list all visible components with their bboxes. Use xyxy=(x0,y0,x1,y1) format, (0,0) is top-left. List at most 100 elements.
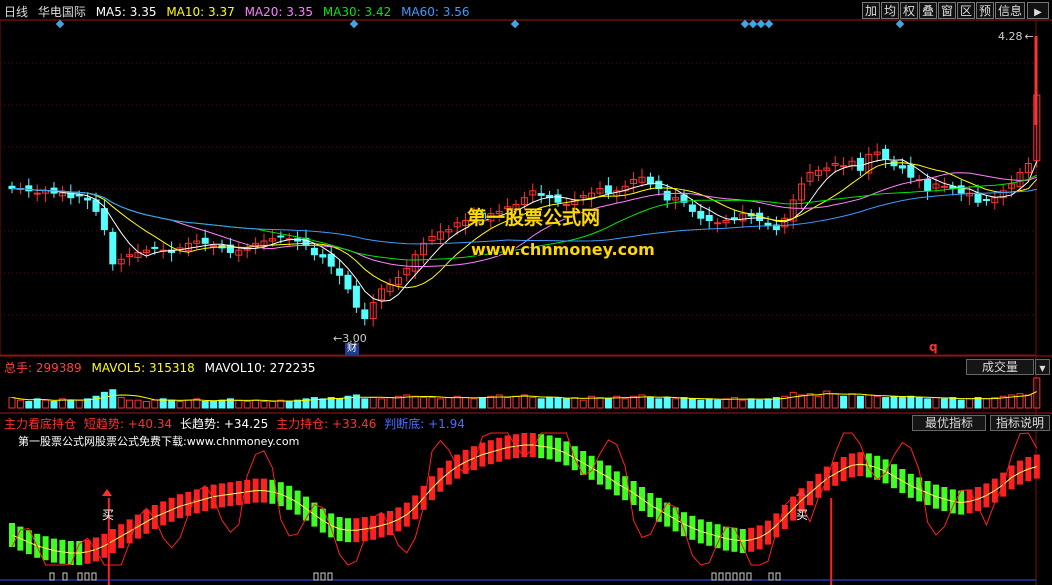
bottom-marker xyxy=(49,572,55,581)
volume-bar xyxy=(504,397,512,409)
financial-report-badge[interactable]: 财 xyxy=(345,343,359,355)
volume-indicator-button[interactable]: 成交量 xyxy=(966,359,1034,375)
range-button[interactable]: 区 xyxy=(957,2,975,19)
indicator-subtitle: 第一股票公式网股票公式免费下载:www.chnmoney.com xyxy=(18,435,300,448)
candle-body xyxy=(940,185,948,188)
candle-body xyxy=(982,199,990,202)
volume-menu-button[interactable]: ▼ xyxy=(1035,359,1050,375)
volume-bar xyxy=(747,398,755,409)
signal-diamond xyxy=(55,19,65,29)
candle-body xyxy=(604,185,612,194)
volume-bar xyxy=(411,395,419,409)
candle-body xyxy=(100,208,108,231)
volume-bar xyxy=(798,394,806,409)
candle-body xyxy=(75,194,83,197)
volume-bar xyxy=(932,397,940,409)
volume-bar xyxy=(184,399,192,409)
indicator-explain-button[interactable]: 指标说明 xyxy=(990,415,1050,431)
volume-bar xyxy=(882,397,890,409)
volume-bar xyxy=(487,395,495,409)
bottom-marker xyxy=(739,572,745,581)
volume-bar xyxy=(940,398,948,409)
candle-body xyxy=(856,157,864,171)
volume-bar xyxy=(243,400,251,409)
candle-body xyxy=(697,210,705,219)
bottom-marker xyxy=(320,572,326,581)
average-button[interactable]: 均 xyxy=(881,2,899,19)
bottom-marker xyxy=(313,572,319,581)
volume-bar xyxy=(92,395,100,409)
volume-bar xyxy=(756,399,764,409)
volume-bar xyxy=(764,398,772,409)
candle-body xyxy=(688,204,696,212)
indicator-header: 主力看底持仓 短趋势: +40.34 长趋势: +34.25 主力持仓: +33… xyxy=(4,415,469,432)
candle-body xyxy=(974,192,982,203)
volume-bar xyxy=(386,397,394,409)
add-button[interactable]: 加 xyxy=(862,2,880,19)
volume-bar xyxy=(596,397,604,409)
main-position-legend: 主力持仓: +33.46 xyxy=(276,417,377,431)
candle-body xyxy=(361,309,369,320)
stock-chart-canvas xyxy=(0,19,1052,585)
signal-diamond xyxy=(895,19,905,29)
candle-body xyxy=(840,165,848,168)
candle-body xyxy=(210,245,218,248)
volume-bar xyxy=(445,397,453,409)
candle-body xyxy=(714,222,722,225)
volume-bar xyxy=(285,400,293,409)
rights-button[interactable]: 权 xyxy=(900,2,918,19)
candle-body xyxy=(890,161,898,167)
volume-bar xyxy=(520,394,528,409)
candle-body xyxy=(898,165,906,169)
candle-body xyxy=(924,178,932,192)
buy-arrow-icon xyxy=(102,489,112,497)
volume-bar xyxy=(109,389,117,409)
volume-bar xyxy=(646,397,654,409)
volume-bar xyxy=(840,395,848,409)
forecast-button[interactable]: 预 xyxy=(976,2,994,19)
volume-bar xyxy=(949,397,957,409)
buy-label: 买 xyxy=(102,508,115,522)
buy-arrow-icon xyxy=(796,489,806,497)
volume-bar xyxy=(663,397,671,409)
bottom-marker xyxy=(77,572,83,581)
volume-bar xyxy=(554,397,562,409)
volume-bar xyxy=(856,395,864,409)
candle-body xyxy=(25,185,33,192)
volume-bar xyxy=(680,397,688,409)
collapse-right-button[interactable]: ▶ xyxy=(1027,2,1049,19)
mavol5-legend: MAVOL5: 315318 xyxy=(91,361,195,375)
volume-bar xyxy=(142,400,150,409)
arrow-left-icon: ← xyxy=(333,332,343,345)
candle-body xyxy=(730,217,738,220)
period-label[interactable]: 日线 xyxy=(4,5,28,19)
overlay-button[interactable]: 叠 xyxy=(919,2,937,19)
volume-bar xyxy=(151,399,159,409)
info-button[interactable]: 信息 xyxy=(995,2,1025,19)
volume-bar xyxy=(268,400,276,409)
volume-bar xyxy=(369,397,377,409)
candle-body xyxy=(201,237,209,244)
volume-bar xyxy=(865,394,873,409)
volume-bar xyxy=(512,395,520,409)
volume-bar xyxy=(739,399,747,409)
volume-bar xyxy=(42,399,50,409)
volume-bar xyxy=(117,397,125,409)
volume-bar xyxy=(974,397,982,409)
best-indicator-button[interactable]: 最优指标 xyxy=(912,415,986,431)
watermark-url: www.chnmoney.com xyxy=(471,240,655,259)
candle-body xyxy=(882,148,890,160)
volume-bar xyxy=(50,400,58,409)
candle-body xyxy=(277,235,285,238)
volume-bar xyxy=(16,399,24,409)
ma5-legend: MA5: 3.35 xyxy=(95,5,157,19)
window-button[interactable]: 窗 xyxy=(938,2,956,19)
bottom-marker xyxy=(768,572,774,581)
bottom-marker xyxy=(746,572,752,581)
bottom-marker xyxy=(775,572,781,581)
candle-body xyxy=(554,194,562,203)
buy-label: 买 xyxy=(796,508,809,522)
bottom-marker xyxy=(718,572,724,581)
volume-bar xyxy=(319,398,327,409)
volume-bar xyxy=(420,397,428,409)
